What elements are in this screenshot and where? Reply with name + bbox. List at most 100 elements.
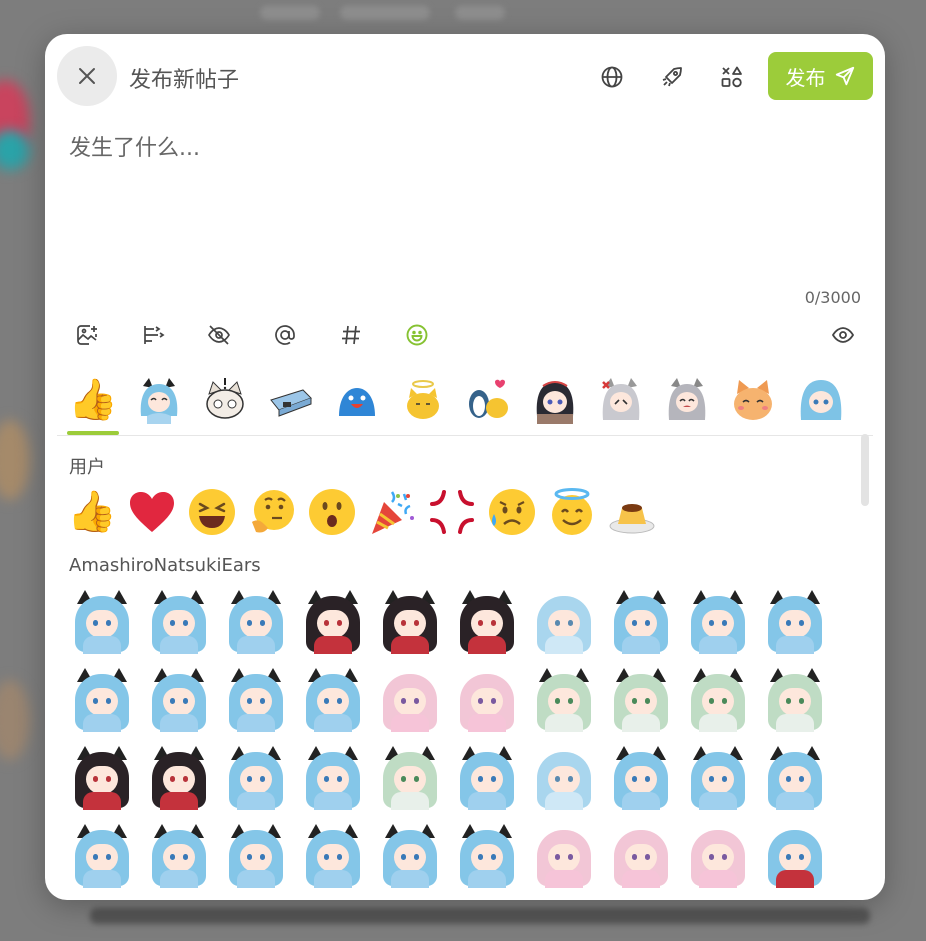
hide-icon [208, 325, 230, 345]
hashtag-button[interactable] [338, 322, 364, 348]
sticker-green[interactable] [377, 744, 443, 810]
sticker-blue[interactable] [223, 744, 289, 810]
sticker-green[interactable] [531, 666, 597, 732]
sticker-blue[interactable] [300, 822, 366, 888]
sticker-blue[interactable] [377, 822, 443, 888]
thumbs-up-emoji[interactable]: 👍 [67, 487, 117, 537]
sticker-green[interactable] [685, 666, 751, 732]
sticker-pink[interactable] [454, 666, 520, 732]
pack-tab-12[interactable] [797, 374, 845, 426]
sticker-dark-red[interactable] [377, 588, 443, 654]
sticker-dark-red[interactable] [300, 588, 366, 654]
sad-sweat-emoji[interactable] [487, 487, 537, 537]
channel-button[interactable] [719, 64, 745, 90]
dark-hair-girl-sticker-icon [536, 381, 574, 424]
sticker-blue[interactable] [608, 744, 674, 810]
sticker-blue[interactable] [146, 666, 212, 732]
sticker-pink[interactable] [377, 666, 443, 732]
pudding-icon [609, 504, 655, 534]
section-title-amashiro: AmashiroNatsukiEars [69, 555, 261, 576]
poll-button[interactable] [140, 322, 166, 348]
user-emoji-row: 👍 [67, 487, 657, 537]
publish-label: 发布 [785, 65, 826, 90]
emoji-icon [406, 324, 428, 346]
sticker-pink[interactable] [608, 822, 674, 888]
dialog-header: 发布新帖子 发布 [45, 34, 885, 120]
publish-button[interactable]: 发布 [768, 52, 873, 100]
pack-tab-6[interactable] [397, 374, 449, 426]
pack-tab-8[interactable] [529, 374, 581, 426]
send-icon [835, 66, 854, 86]
surprised-emoji[interactable] [307, 487, 357, 537]
sticker-blue-sleep[interactable] [531, 744, 597, 810]
thinking-face-icon [252, 490, 294, 533]
sticker-blue[interactable] [608, 588, 674, 654]
party-popper-icon [372, 491, 414, 534]
sticker-blue[interactable] [762, 744, 828, 810]
sticker-dark-red[interactable] [454, 588, 520, 654]
sticker-blue[interactable] [69, 822, 135, 888]
pack-tab-11[interactable] [727, 374, 779, 426]
close-button[interactable] [57, 46, 117, 106]
thinking-emoji[interactable] [247, 487, 297, 537]
sticker-blue[interactable] [223, 822, 289, 888]
heart-emoji[interactable] [127, 487, 177, 537]
rocket-icon [662, 67, 682, 87]
box-robot-sticker-icon [270, 389, 312, 417]
sticker-blue[interactable] [300, 666, 366, 732]
sticker-blue[interactable] [69, 588, 135, 654]
visibility-button[interactable] [599, 64, 625, 90]
anger-symbol-emoji[interactable] [427, 487, 477, 537]
sticker-blue[interactable] [223, 588, 289, 654]
new-post-dialog: 发布新帖子 发布 发生了什么... 0/3000 👍 用户 👍 Amashiro… [45, 34, 885, 900]
hide-content-button[interactable] [206, 322, 232, 348]
sticker-blue[interactable] [762, 588, 828, 654]
sticker-pink[interactable] [531, 822, 597, 888]
angel-face-emoji[interactable] [547, 487, 597, 537]
pack-tab-user[interactable]: 👍 [67, 374, 119, 435]
post-text-input[interactable] [69, 130, 869, 280]
background-bar [455, 6, 505, 20]
pack-tab-9[interactable] [595, 374, 647, 426]
laughing-emoji[interactable] [187, 487, 237, 537]
preview-button[interactable] [830, 322, 856, 348]
pudding-emoji[interactable] [607, 487, 657, 537]
globe-icon [601, 66, 623, 88]
pack-tab-7[interactable] [463, 374, 515, 426]
sticker-green[interactable] [762, 666, 828, 732]
sticker-green[interactable] [608, 666, 674, 732]
party-popper-emoji[interactable] [367, 487, 417, 537]
sticker-blue[interactable] [146, 822, 212, 888]
pack-tab-4[interactable] [265, 374, 317, 426]
boost-button[interactable] [659, 64, 685, 90]
sticker-blue[interactable] [223, 666, 289, 732]
pack-tab-3[interactable] [199, 374, 251, 426]
sticker-blue-red[interactable] [762, 822, 828, 888]
sticker-blue-sleep[interactable] [531, 588, 597, 654]
background-bar [90, 908, 870, 924]
thumbs-up-emoji-icon: 👍 [68, 377, 118, 423]
sticker-blue[interactable] [454, 744, 520, 810]
mention-button[interactable] [272, 322, 298, 348]
yellow-angel-cat-sticker-icon [407, 380, 439, 419]
dialog-title: 发布新帖子 [129, 68, 240, 93]
sticker-pink[interactable] [685, 822, 751, 888]
pack-tab-5[interactable] [331, 374, 383, 426]
attach-image-button[interactable] [74, 322, 100, 348]
sticker-blue[interactable] [454, 822, 520, 888]
heart-icon [130, 492, 174, 532]
emoji-button[interactable] [404, 322, 430, 348]
sticker-blue[interactable] [69, 666, 135, 732]
pack-tab-10[interactable] [661, 374, 713, 426]
emoji-pack-tabs: 👍 [57, 370, 873, 436]
sticker-blue[interactable] [146, 588, 212, 654]
close-icon [79, 68, 95, 84]
background-bar [340, 6, 430, 20]
sticker-blue[interactable] [685, 744, 751, 810]
sticker-dark-red[interactable] [146, 744, 212, 810]
sticker-blue[interactable] [685, 588, 751, 654]
pack-tab-amashiro[interactable] [133, 374, 185, 426]
background-blob [0, 420, 30, 500]
sticker-dark-red[interactable] [69, 744, 135, 810]
sticker-blue[interactable] [300, 744, 366, 810]
